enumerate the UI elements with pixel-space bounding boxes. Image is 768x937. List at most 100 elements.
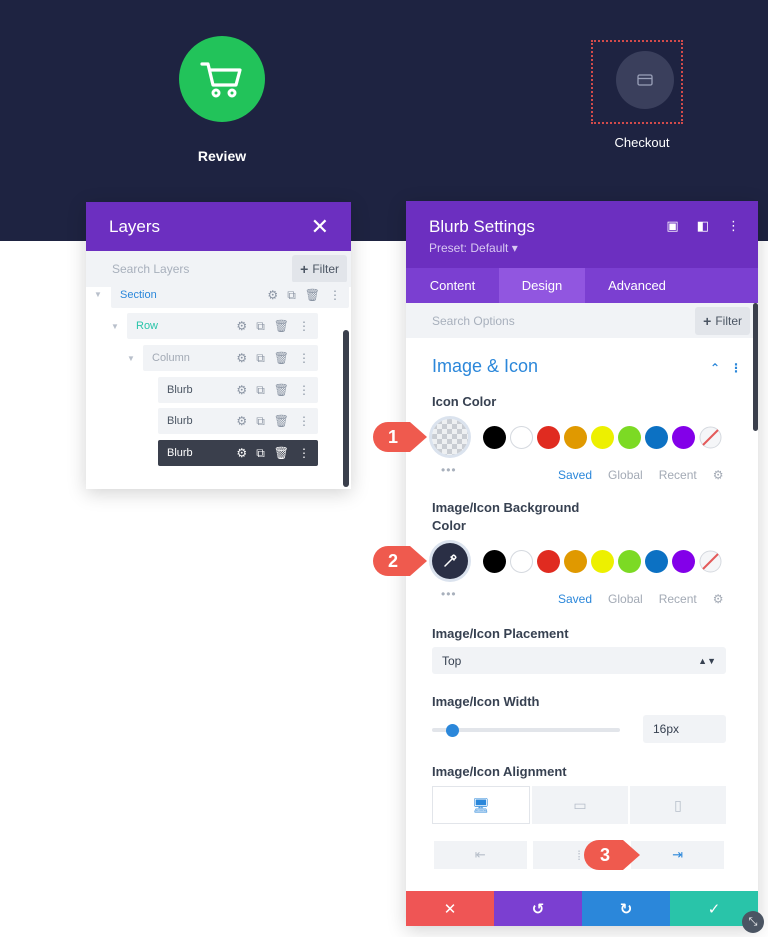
width-slider-thumb[interactable]	[446, 724, 459, 737]
eyedropper-color-picker[interactable]	[432, 543, 468, 579]
gear-icon[interactable]: ⚙	[236, 319, 247, 333]
swatch-black[interactable]	[483, 549, 506, 573]
trash-icon[interactable]: 🗑	[274, 383, 289, 397]
palette-gear-icon[interactable]: ⚙	[713, 468, 724, 482]
no-color-icon[interactable]	[699, 426, 722, 449]
split-view-icon[interactable]: ◧	[697, 218, 709, 234]
options-filter-button[interactable]: + Filter	[695, 306, 750, 335]
palette-tab-saved[interactable]: Saved	[558, 468, 592, 482]
swatch-white[interactable]	[510, 549, 533, 573]
image-icon-section-title[interactable]: Image & Icon	[432, 356, 538, 377]
palette-tab-global[interactable]: Global	[608, 592, 643, 606]
swatch-red[interactable]	[537, 549, 560, 573]
swatch-black[interactable]	[483, 425, 506, 449]
duplicate-icon[interactable]: ⧉	[256, 319, 265, 334]
layers-search-input[interactable]: Search Layers	[112, 262, 189, 276]
swatch-green[interactable]	[618, 425, 641, 449]
checkout-blurb-title[interactable]: Checkout	[592, 135, 692, 150]
swatch-blue[interactable]	[645, 549, 668, 573]
duplicate-icon[interactable]: ⧉	[256, 351, 265, 366]
collapse-arrow-icon[interactable]: ▼	[94, 290, 102, 299]
collapse-arrow-icon[interactable]: ▼	[127, 354, 135, 363]
swatch-blue[interactable]	[645, 425, 668, 449]
swatch-orange[interactable]	[564, 425, 587, 449]
more-icon[interactable]: ⋮	[298, 351, 310, 365]
width-slider-track[interactable]	[432, 728, 620, 732]
swatch-red[interactable]	[537, 425, 560, 449]
gear-icon[interactable]: ⚙	[236, 351, 247, 365]
layer-item-blurb[interactable]: Blurb ⚙ ⧉ 🗑 ⋮	[158, 408, 318, 434]
swatch-purple[interactable]	[672, 549, 695, 573]
more-icon[interactable]: ⋮	[329, 288, 341, 302]
placement-select[interactable]: Top ▲▼	[432, 647, 726, 674]
swatch-yellow[interactable]	[591, 425, 614, 449]
more-icon[interactable]: ⋮	[298, 319, 310, 333]
more-colors-icon[interactable]: •••	[441, 587, 457, 601]
align-left-icon[interactable]: ⇤	[434, 841, 527, 869]
more-colors-icon[interactable]: •••	[441, 463, 457, 477]
fullscreen-icon[interactable]: ▣	[666, 218, 678, 234]
layer-item-section[interactable]: Section ⚙ ⧉ 🗑 ⋮	[111, 282, 349, 308]
duplicate-icon[interactable]: ⧉	[256, 446, 265, 461]
trash-icon[interactable]: 🗑	[274, 351, 289, 365]
layer-item-row[interactable]: Row ⚙ ⧉ 🗑 ⋮	[127, 313, 318, 339]
checkout-blurb-icon-circle[interactable]	[616, 51, 674, 109]
no-color-icon[interactable]	[699, 550, 722, 573]
trash-icon[interactable]: 🗑	[305, 288, 320, 302]
layer-item-blurb-selected[interactable]: Blurb ⚙ ⧉ 🗑 ⋮	[158, 440, 318, 466]
tab-content[interactable]: Content	[406, 268, 499, 303]
swatch-purple[interactable]	[672, 425, 695, 449]
section-more-icon[interactable]: ⋮	[730, 361, 742, 375]
palette-tab-global[interactable]: Global	[608, 468, 643, 482]
gear-icon[interactable]: ⚙	[267, 288, 278, 302]
width-label: Image/Icon Width	[432, 694, 540, 709]
collapse-arrow-icon[interactable]: ▼	[111, 322, 119, 331]
options-search-bar[interactable]: Search Options + Filter	[406, 303, 758, 338]
more-icon[interactable]: ⋮	[298, 383, 310, 397]
phone-icon[interactable]: ▯	[630, 786, 726, 824]
gear-icon[interactable]: ⚙	[236, 446, 247, 460]
options-search-input[interactable]: Search Options	[432, 314, 515, 328]
review-blurb-icon-circle[interactable]	[179, 36, 265, 122]
palette-gear-icon[interactable]: ⚙	[713, 592, 724, 606]
tab-advanced[interactable]: Advanced	[585, 268, 689, 303]
swatch-orange[interactable]	[564, 549, 587, 573]
swatch-green[interactable]	[618, 549, 641, 573]
swatch-white[interactable]	[510, 425, 533, 449]
close-icon[interactable]: ✕	[311, 215, 329, 238]
width-input[interactable]: 16px	[643, 715, 726, 743]
checkout-blurb-selected[interactable]	[591, 40, 683, 124]
resize-handle-icon[interactable]: ⤡	[742, 911, 764, 933]
transparent-color-picker[interactable]	[432, 419, 468, 455]
undo-button[interactable]: ↺	[494, 891, 582, 926]
layers-scrollbar[interactable]	[343, 330, 349, 487]
swatch-yellow[interactable]	[591, 549, 614, 573]
review-blurb-title[interactable]: Review	[172, 148, 272, 164]
palette-tab-recent[interactable]: Recent	[659, 468, 697, 482]
gear-icon[interactable]: ⚙	[236, 383, 247, 397]
trash-icon[interactable]: 🗑	[274, 319, 289, 333]
discard-button[interactable]: ✕	[406, 891, 494, 926]
redo-button[interactable]: ↻	[582, 891, 670, 926]
more-options-icon[interactable]: ⋮	[727, 218, 740, 234]
gear-icon[interactable]: ⚙	[236, 414, 247, 428]
trash-icon[interactable]: 🗑	[274, 414, 289, 428]
duplicate-icon[interactable]: ⧉	[256, 414, 265, 429]
tablet-icon[interactable]: ▭	[532, 786, 628, 824]
duplicate-icon[interactable]: ⧉	[287, 288, 296, 303]
trash-icon[interactable]: 🗑	[274, 446, 289, 460]
layer-item-blurb[interactable]: Blurb ⚙ ⧉ 🗑 ⋮	[158, 377, 318, 403]
duplicate-icon[interactable]: ⧉	[256, 383, 265, 398]
align-right-icon[interactable]: ⇥	[631, 841, 725, 869]
palette-tab-recent[interactable]: Recent	[659, 592, 697, 606]
layer-item-column[interactable]: Column ⚙ ⧉ 🗑 ⋮	[143, 345, 318, 371]
layers-filter-button[interactable]: + Filter	[292, 255, 347, 283]
preset-dropdown[interactable]: Preset: Default ▾	[429, 241, 518, 255]
more-icon[interactable]: ⋮	[298, 446, 310, 460]
settings-scrollbar[interactable]	[753, 303, 758, 431]
desktop-icon[interactable]: 🖥	[432, 786, 530, 824]
more-icon[interactable]: ⋮	[298, 414, 310, 428]
palette-tab-saved[interactable]: Saved	[558, 592, 592, 606]
chevron-up-icon[interactable]: ⌃	[710, 361, 720, 375]
tab-design[interactable]: Design	[499, 268, 585, 303]
